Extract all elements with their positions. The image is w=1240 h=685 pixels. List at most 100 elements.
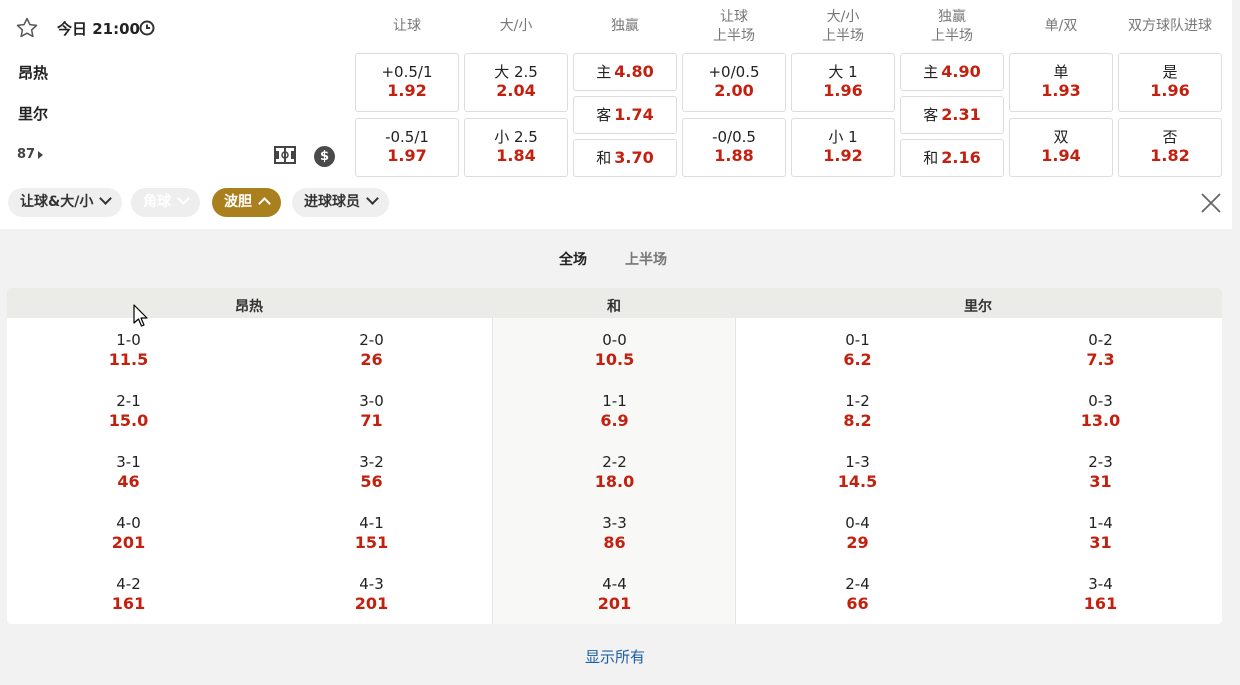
score-cell[interactable]: 1-3 14.5: [736, 453, 979, 491]
score-cell[interactable]: 2-1 15.0: [7, 392, 250, 430]
score-cell[interactable]: 0-2 7.3: [979, 331, 1222, 369]
score-label: 0-4: [845, 514, 870, 532]
score-odd: 11.5: [108, 350, 149, 369]
clock-icon: [139, 20, 155, 36]
odds-cell-under[interactable]: 小 2.5 1.84: [464, 118, 568, 177]
score-cell[interactable]: 0-0 10.5: [493, 331, 736, 369]
filter-corners[interactable]: 角球: [131, 188, 200, 217]
score-cell[interactable]: 0-4 29: [736, 514, 979, 552]
odds-cell-home-win-1h[interactable]: 主 4.90: [900, 53, 1004, 91]
score-odd: 201: [597, 594, 632, 613]
filter-handicap-total[interactable]: 让球&大/小: [8, 188, 123, 217]
caret-right-icon: [38, 150, 44, 159]
score-cell[interactable]: 1-0 11.5: [7, 331, 250, 369]
score-odd: 10.5: [594, 350, 635, 369]
header-oddeven: 单/双: [1044, 18, 1078, 34]
filter-goalscorer[interactable]: 进球球员: [292, 188, 389, 217]
match-header-panel: 今日 21:00 昂热 里尔 87 $ 让球 大/小 独赢 让球 上半场 大/小上…: [0, 0, 1232, 229]
odds-cell-odd[interactable]: 单 1.93: [1009, 53, 1113, 112]
header-handicap-1h: 让球 上半场: [713, 9, 755, 44]
score-label: 1-3: [845, 453, 870, 471]
odds-cell-under-1h[interactable]: 小 1 1.92: [791, 118, 895, 177]
odds-cell-draw[interactable]: 和 3.70: [573, 139, 677, 177]
score-odd: 8.2: [843, 411, 872, 430]
score-cell[interactable]: 4-4 201: [493, 575, 736, 613]
score-odd: 86: [603, 533, 626, 552]
score-label: 0-1: [845, 331, 870, 349]
score-odd: 31: [1089, 472, 1112, 491]
odds-cell-even[interactable]: 双 1.94: [1009, 118, 1113, 177]
odds-cell-handicap-home[interactable]: +0.5/1 1.92: [355, 53, 459, 112]
score-label: 4-0: [116, 514, 141, 532]
score-odd: 26: [360, 350, 383, 369]
odds-cell-btts-yes[interactable]: 是 1.96: [1118, 53, 1222, 112]
score-cell[interactable]: 4-0 201: [7, 514, 250, 552]
close-icon[interactable]: [1200, 192, 1222, 214]
tab-full-time[interactable]: 全场: [559, 249, 587, 269]
grid-header-home: 昂热: [235, 299, 263, 315]
chevron-down-icon: [99, 192, 113, 205]
score-cell[interactable]: 1-2 8.2: [736, 392, 979, 430]
odds-cell-handicap-away[interactable]: -0.5/1 1.97: [355, 118, 459, 177]
header-btts: 双方球队进球: [1128, 18, 1212, 34]
score-label: 4-3: [359, 575, 384, 593]
score-odd: 7.3: [1086, 350, 1115, 369]
filter-correct-score[interactable]: 波胆: [212, 188, 281, 217]
odds-cell-over-1h[interactable]: 大 1 1.96: [791, 53, 895, 112]
score-cell[interactable]: 0-3 13.0: [979, 392, 1222, 430]
odds-cell-handicap-1h-home[interactable]: +0/0.5 2.00: [682, 53, 786, 112]
dollar-icon[interactable]: $: [314, 146, 335, 167]
score-cell[interactable]: 2-2 18.0: [493, 453, 736, 491]
score-odd: 6.9: [600, 411, 629, 430]
score-cell[interactable]: 2-0 26: [250, 331, 493, 369]
star-icon[interactable]: [15, 16, 39, 40]
score-odd: 56: [360, 472, 383, 491]
score-cell[interactable]: 2-3 31: [979, 453, 1222, 491]
score-odd: 15.0: [108, 411, 149, 430]
period-tabs: 全场 上半场: [0, 249, 1230, 269]
score-cell[interactable]: 0-1 6.2: [736, 331, 979, 369]
score-cell[interactable]: 2-4 66: [736, 575, 979, 613]
tab-first-half[interactable]: 上半场: [625, 249, 667, 269]
odds-cell-over[interactable]: 大 2.5 2.04: [464, 53, 568, 112]
score-label: 1-1: [602, 392, 627, 410]
pitch-icon[interactable]: [274, 146, 296, 164]
show-all-link[interactable]: 显示所有: [0, 646, 1230, 667]
odds-cell-draw-1h[interactable]: 和 2.16: [900, 139, 1004, 177]
score-cell[interactable]: 3-1 46: [7, 453, 250, 491]
odds-cell-away-win-1h[interactable]: 客 2.31: [900, 96, 1004, 134]
score-label: 1-2: [845, 392, 870, 410]
score-cell[interactable]: 3-4 161: [979, 575, 1222, 613]
score-label: 4-1: [359, 514, 384, 532]
score-cell[interactable]: 4-3 201: [250, 575, 493, 613]
score-label: 0-0: [602, 331, 627, 349]
score-label: 3-2: [359, 453, 384, 471]
odds-cell-away-win[interactable]: 客 1.74: [573, 96, 677, 134]
odds-cell-handicap-1h-away[interactable]: -0/0.5 1.88: [682, 118, 786, 177]
header-total: 大/小: [499, 18, 533, 34]
score-cell[interactable]: 1-1 6.9: [493, 392, 736, 430]
score-cell[interactable]: 4-2 161: [7, 575, 250, 613]
correct-score-grid: 昂热 和 里尔 1-0 11.5 2-0 26 0-0 10.5 0-1 6.2 0-2 7.3 2…: [7, 288, 1222, 624]
score-cell[interactable]: 1-4 31: [979, 514, 1222, 552]
score-label: 0-3: [1088, 392, 1113, 410]
mouse-cursor-icon: [133, 304, 148, 327]
score-odd: 201: [354, 594, 389, 613]
chevron-down-icon: [366, 192, 379, 205]
score-cell[interactable]: 3-0 71: [250, 392, 493, 430]
score-cell[interactable]: 4-1 151: [250, 514, 493, 552]
score-odd: 46: [117, 472, 140, 491]
odds-cell-btts-no[interactable]: 否 1.82: [1118, 118, 1222, 177]
match-minute[interactable]: 87: [17, 147, 44, 162]
grid-header-draw: 和: [607, 299, 621, 315]
score-odd: 18.0: [594, 472, 635, 491]
header-moneyline-1h: 独赢 上半场: [931, 9, 973, 44]
odds-cell-home-win[interactable]: 主 4.80: [573, 53, 677, 91]
score-odd: 201: [111, 533, 146, 552]
score-label: 4-4: [602, 575, 627, 593]
score-cell[interactable]: 3-3 86: [493, 514, 736, 552]
score-cell[interactable]: 3-2 56: [250, 453, 493, 491]
score-label: 1-4: [1088, 514, 1113, 532]
score-odd: 151: [354, 533, 389, 552]
score-odd: 14.5: [837, 472, 878, 491]
